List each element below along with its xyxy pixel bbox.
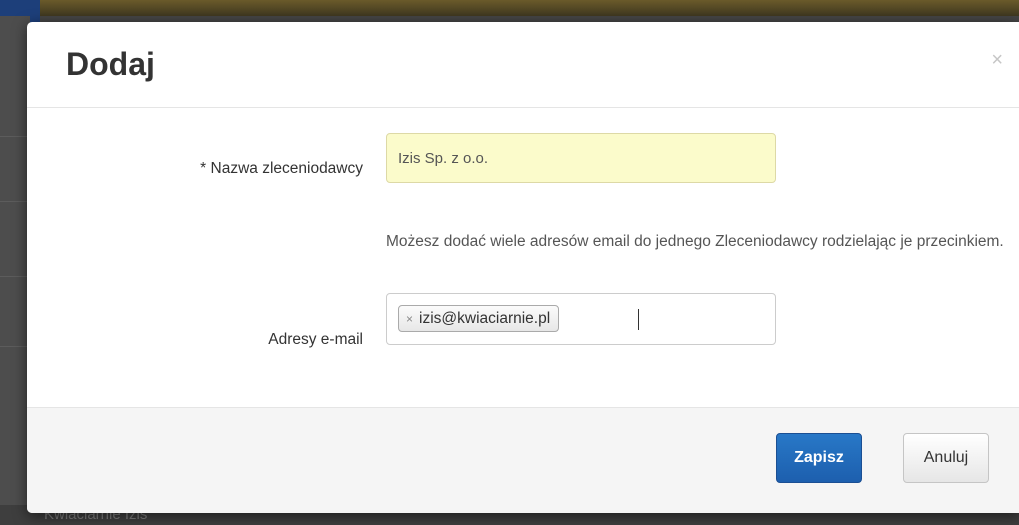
email-tag: × izis@kwiaciarnie.pl (398, 305, 560, 332)
close-icon[interactable]: × (991, 50, 1003, 70)
email-tags-input[interactable]: × izis@kwiaciarnie.pl (386, 293, 776, 345)
text-cursor (638, 309, 639, 330)
client-name-input[interactable] (386, 133, 776, 183)
remove-tag-icon[interactable]: × (406, 307, 413, 332)
email-label: Adresy e-mail (268, 331, 363, 348)
dialog-body: * Nazwa zleceniodawcy Możesz dodać wiele… (27, 108, 1019, 407)
dialog-title: Dodaj (66, 46, 155, 82)
save-button[interactable]: Zapisz (776, 433, 862, 483)
background-header (0, 0, 1019, 120)
add-client-dialog: Dodaj × * Nazwa zleceniodawcy Możesz dod… (27, 22, 1019, 513)
background-sidebar (0, 16, 30, 525)
client-name-label: * Nazwa zleceniodawcy (200, 160, 363, 177)
email-help-text: Możesz dodać wiele adresów email do jedn… (386, 233, 1004, 250)
cancel-button[interactable]: Anuluj (903, 433, 989, 483)
email-tag-text: izis@kwiaciarnie.pl (419, 310, 551, 327)
dialog-header: Dodaj × (27, 22, 1019, 108)
dialog-footer: Zapisz Anuluj (27, 407, 1019, 513)
